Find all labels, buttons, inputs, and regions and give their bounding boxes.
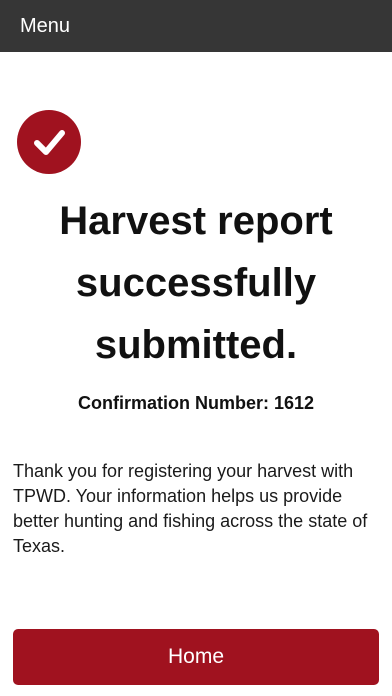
page-title: Harvest report successfully submitted. (0, 190, 392, 376)
title-line: Harvest report (59, 199, 333, 243)
checkmark-icon (34, 130, 65, 155)
title-line: submitted. (94, 323, 298, 367)
title-line: successfully (75, 261, 317, 305)
confirmation-number: Confirmation Number: 1612 (77, 393, 315, 413)
check-circle-icon (17, 110, 81, 174)
menu-button[interactable]: Menu (20, 15, 70, 38)
thank-you-message: Thank you for registering your harvest w… (13, 461, 368, 556)
top-bar: Menu (0, 0, 392, 52)
home-button[interactable]: Home (13, 629, 379, 685)
